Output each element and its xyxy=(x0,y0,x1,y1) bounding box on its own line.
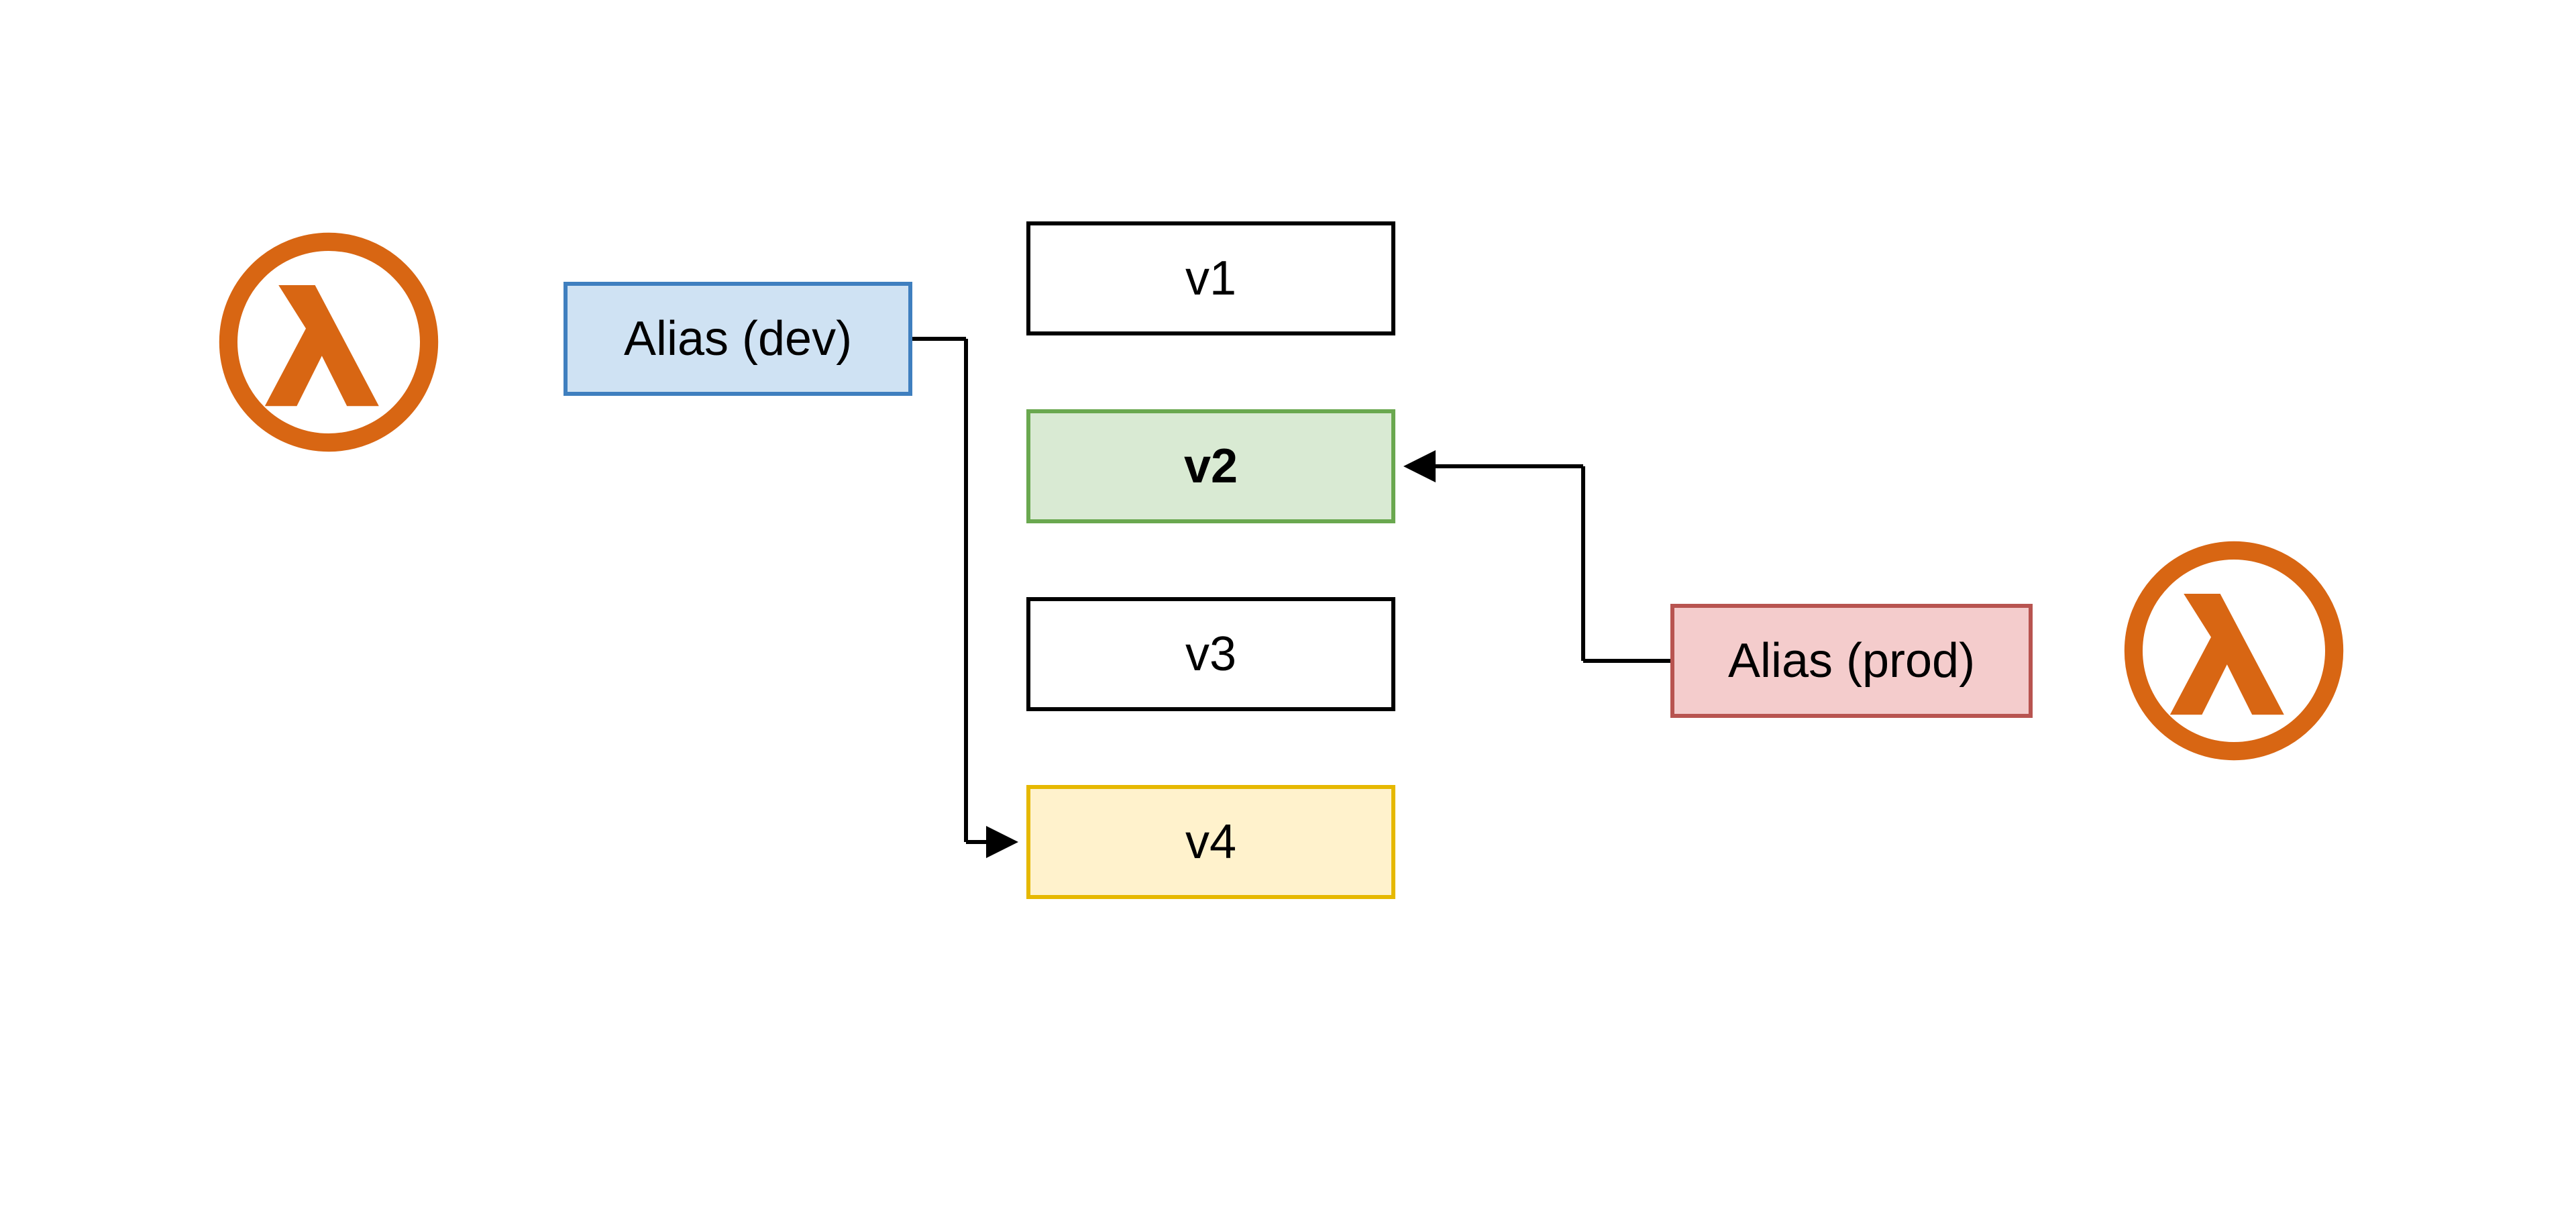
lambda-icon xyxy=(2120,537,2348,765)
alias-prod-label: Alias (prod) xyxy=(1728,633,1975,688)
diagram-stage: { "colors": { "lambda": "#D86613", "alia… xyxy=(0,0,2576,1209)
arrow-dev-to-v4 xyxy=(912,339,1014,842)
version-v4-label: v4 xyxy=(1185,814,1236,870)
alias-dev-box: Alias (dev) xyxy=(564,282,912,396)
version-v1-label: v1 xyxy=(1185,251,1236,306)
version-v2-label: v2 xyxy=(1184,439,1238,494)
alias-prod-box: Alias (prod) xyxy=(1670,604,2033,718)
arrow-prod-to-v2 xyxy=(1407,466,1670,661)
version-v2-box: v2 xyxy=(1026,409,1395,523)
version-v4-box: v4 xyxy=(1026,785,1395,899)
version-v3-label: v3 xyxy=(1185,627,1236,682)
version-v3-box: v3 xyxy=(1026,597,1395,711)
alias-dev-label: Alias (dev) xyxy=(624,311,852,366)
version-v1-box: v1 xyxy=(1026,221,1395,335)
lambda-icon xyxy=(215,228,443,456)
